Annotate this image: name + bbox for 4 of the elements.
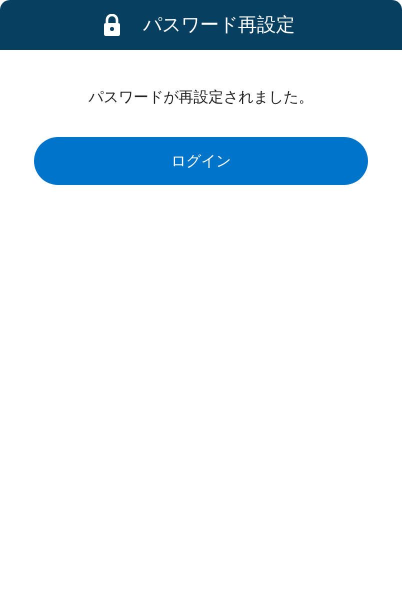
page-title: パスワード再設定 <box>143 13 295 38</box>
login-button[interactable]: ログイン <box>34 137 368 185</box>
success-message: パスワードが再設定されました。 <box>88 88 314 107</box>
lock-icon <box>103 14 121 36</box>
